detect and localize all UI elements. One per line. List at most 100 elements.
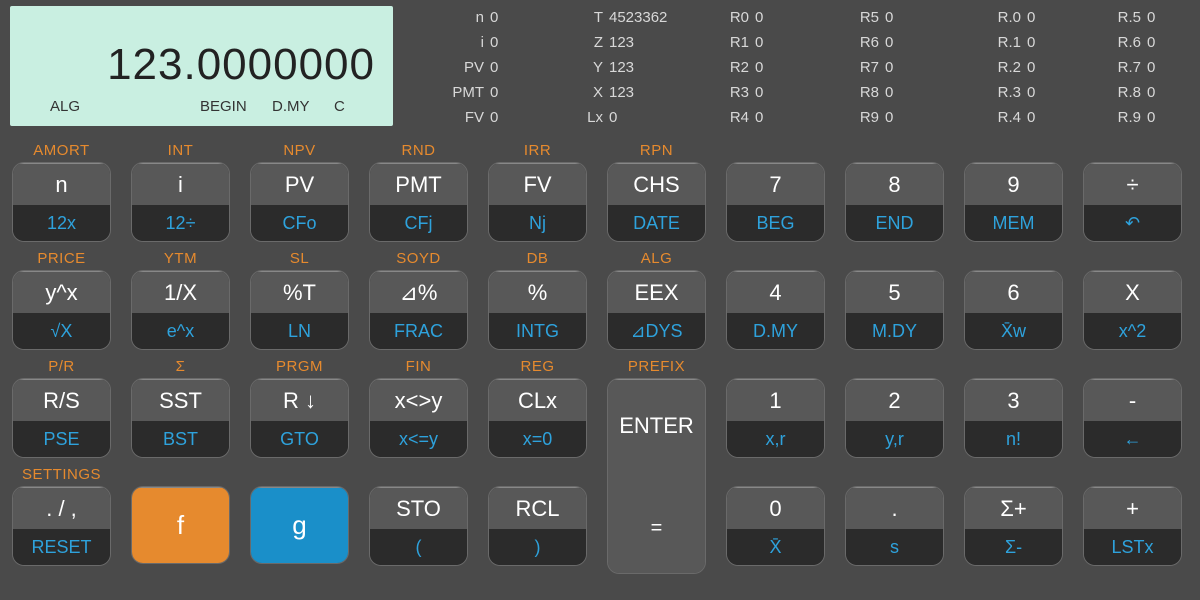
register-R.8: R.80	[1111, 83, 1155, 103]
key-top: +	[1084, 487, 1181, 529]
key-7[interactable]: 7BEG	[726, 162, 825, 242]
key--[interactable]: ÷↶	[1083, 162, 1182, 242]
register-R.7: R.70	[1111, 58, 1155, 78]
key-bottom: X̄w	[965, 313, 1062, 349]
key-top: 6	[965, 271, 1062, 313]
key-chs[interactable]: CHSDATE	[607, 162, 706, 242]
key-x-y[interactable]: x<>yx<=y	[369, 378, 468, 458]
key-bottom: ←	[1084, 421, 1181, 457]
key-bottom: )	[489, 529, 586, 565]
key-r-[interactable]: R ↓GTO	[250, 378, 349, 458]
key-top: 4	[727, 271, 824, 313]
key-top: f	[132, 487, 229, 563]
key-enter[interactable]: ENTER=	[607, 378, 706, 574]
f-label: YTM	[131, 248, 230, 270]
key-bottom: X̄	[727, 529, 824, 565]
key-4[interactable]: 4D.MY	[726, 270, 825, 350]
key-top: ENTER=	[608, 379, 705, 573]
key--[interactable]: -←	[1083, 378, 1182, 458]
key-top: 9	[965, 163, 1062, 205]
key-bottom: CFj	[370, 205, 467, 241]
register-readout: n0i0PV0PMT0FV0T4523362Z123Y123X123Lx0R00…	[393, 0, 1200, 130]
key--[interactable]: ⊿%FRAC	[369, 270, 468, 350]
key-top: 1	[727, 379, 824, 421]
key-6[interactable]: 6X̄w	[964, 270, 1063, 350]
key-pmt[interactable]: PMTCFj	[369, 162, 468, 242]
key-bottom: BST	[132, 421, 229, 457]
register-Lx: Lx0	[583, 108, 667, 128]
key-sto[interactable]: STO(	[369, 486, 468, 566]
key-sst[interactable]: SSTBST	[131, 378, 230, 458]
register-R5: R50	[853, 8, 893, 28]
key-top: Σ+	[965, 487, 1062, 529]
key-1[interactable]: 1x,r	[726, 378, 825, 458]
key-bottom: x,r	[727, 421, 824, 457]
ann-alg: ALG	[50, 98, 80, 115]
key--[interactable]: Σ+Σ-	[964, 486, 1063, 566]
key-top: ÷	[1084, 163, 1181, 205]
key-bottom: INTG	[489, 313, 586, 349]
lcd-display: 123.0000000 ALG BEGIN D.MY C	[10, 6, 393, 126]
register-R4: R40	[723, 108, 763, 128]
key-pv[interactable]: PVCFo	[250, 162, 349, 242]
key--t[interactable]: %TLN	[250, 270, 349, 350]
key--[interactable]: .s	[845, 486, 944, 566]
key-bottom: LN	[251, 313, 348, 349]
register-X: X123	[583, 83, 667, 103]
key-5[interactable]: 5M.DY	[845, 270, 944, 350]
register-R.3: R.30	[991, 83, 1035, 103]
key-top: PMT	[370, 163, 467, 205]
f-label: P/R	[12, 356, 111, 378]
key-y-x[interactable]: y^x√X	[12, 270, 111, 350]
key-top: EEX	[608, 271, 705, 313]
key-bottom: PSE	[13, 421, 110, 457]
key-8[interactable]: 8END	[845, 162, 944, 242]
register-R.5: R.50	[1111, 8, 1155, 28]
key-top: 5	[846, 271, 943, 313]
key-top: g	[251, 487, 348, 563]
register-R.2: R.20	[991, 58, 1035, 78]
keypad: AMORTn12xINTi12÷NPVPVCFoRNDPMTCFjIRRFVNj…	[12, 140, 1192, 572]
key-bottom: D.MY	[727, 313, 824, 349]
key-fv[interactable]: FVNj	[488, 162, 587, 242]
key-top: 1/X	[132, 271, 229, 313]
f-label: PREFIX	[607, 356, 706, 378]
key-r-s[interactable]: R/SPSE	[12, 378, 111, 458]
f-label: DB	[488, 248, 587, 270]
key-9[interactable]: 9MEM	[964, 162, 1063, 242]
key--[interactable]: +LSTx	[1083, 486, 1182, 566]
key-n[interactable]: n12x	[12, 162, 111, 242]
key-top: X	[1084, 271, 1181, 313]
register-R.9: R.90	[1111, 108, 1155, 128]
key-g[interactable]: g	[250, 486, 349, 564]
register-R.1: R.10	[991, 33, 1035, 53]
key-x[interactable]: Xx^2	[1083, 270, 1182, 350]
f-label: NPV	[250, 140, 349, 162]
register-R6: R60	[853, 33, 893, 53]
key-bottom: M.DY	[846, 313, 943, 349]
key-eex[interactable]: EEX⊿DYS	[607, 270, 706, 350]
key-bottom: BEG	[727, 205, 824, 241]
f-label: FIN	[369, 356, 468, 378]
key-clx[interactable]: CLxx=0	[488, 378, 587, 458]
key-0[interactable]: 0X̄	[726, 486, 825, 566]
f-label: SETTINGS	[12, 464, 111, 486]
key-1-x[interactable]: 1/Xe^x	[131, 270, 230, 350]
key-3[interactable]: 3n!	[964, 378, 1063, 458]
key-rcl[interactable]: RCL)	[488, 486, 587, 566]
key-top: x<>y	[370, 379, 467, 421]
key-top: . / ,	[13, 487, 110, 529]
key-bottom: FRAC	[370, 313, 467, 349]
key-2[interactable]: 2y,r	[845, 378, 944, 458]
register-Y: Y123	[583, 58, 667, 78]
key-top: 7	[727, 163, 824, 205]
key--[interactable]: %INTG	[488, 270, 587, 350]
key-f[interactable]: f	[131, 486, 230, 564]
key-i[interactable]: i12÷	[131, 162, 230, 242]
key--[interactable]: . / ,RESET	[12, 486, 111, 566]
register-PV: PV0	[448, 58, 498, 78]
key-top: SST	[132, 379, 229, 421]
register-n: n0	[448, 8, 498, 28]
key-top: 8	[846, 163, 943, 205]
key-bottom: Σ-	[965, 529, 1062, 565]
